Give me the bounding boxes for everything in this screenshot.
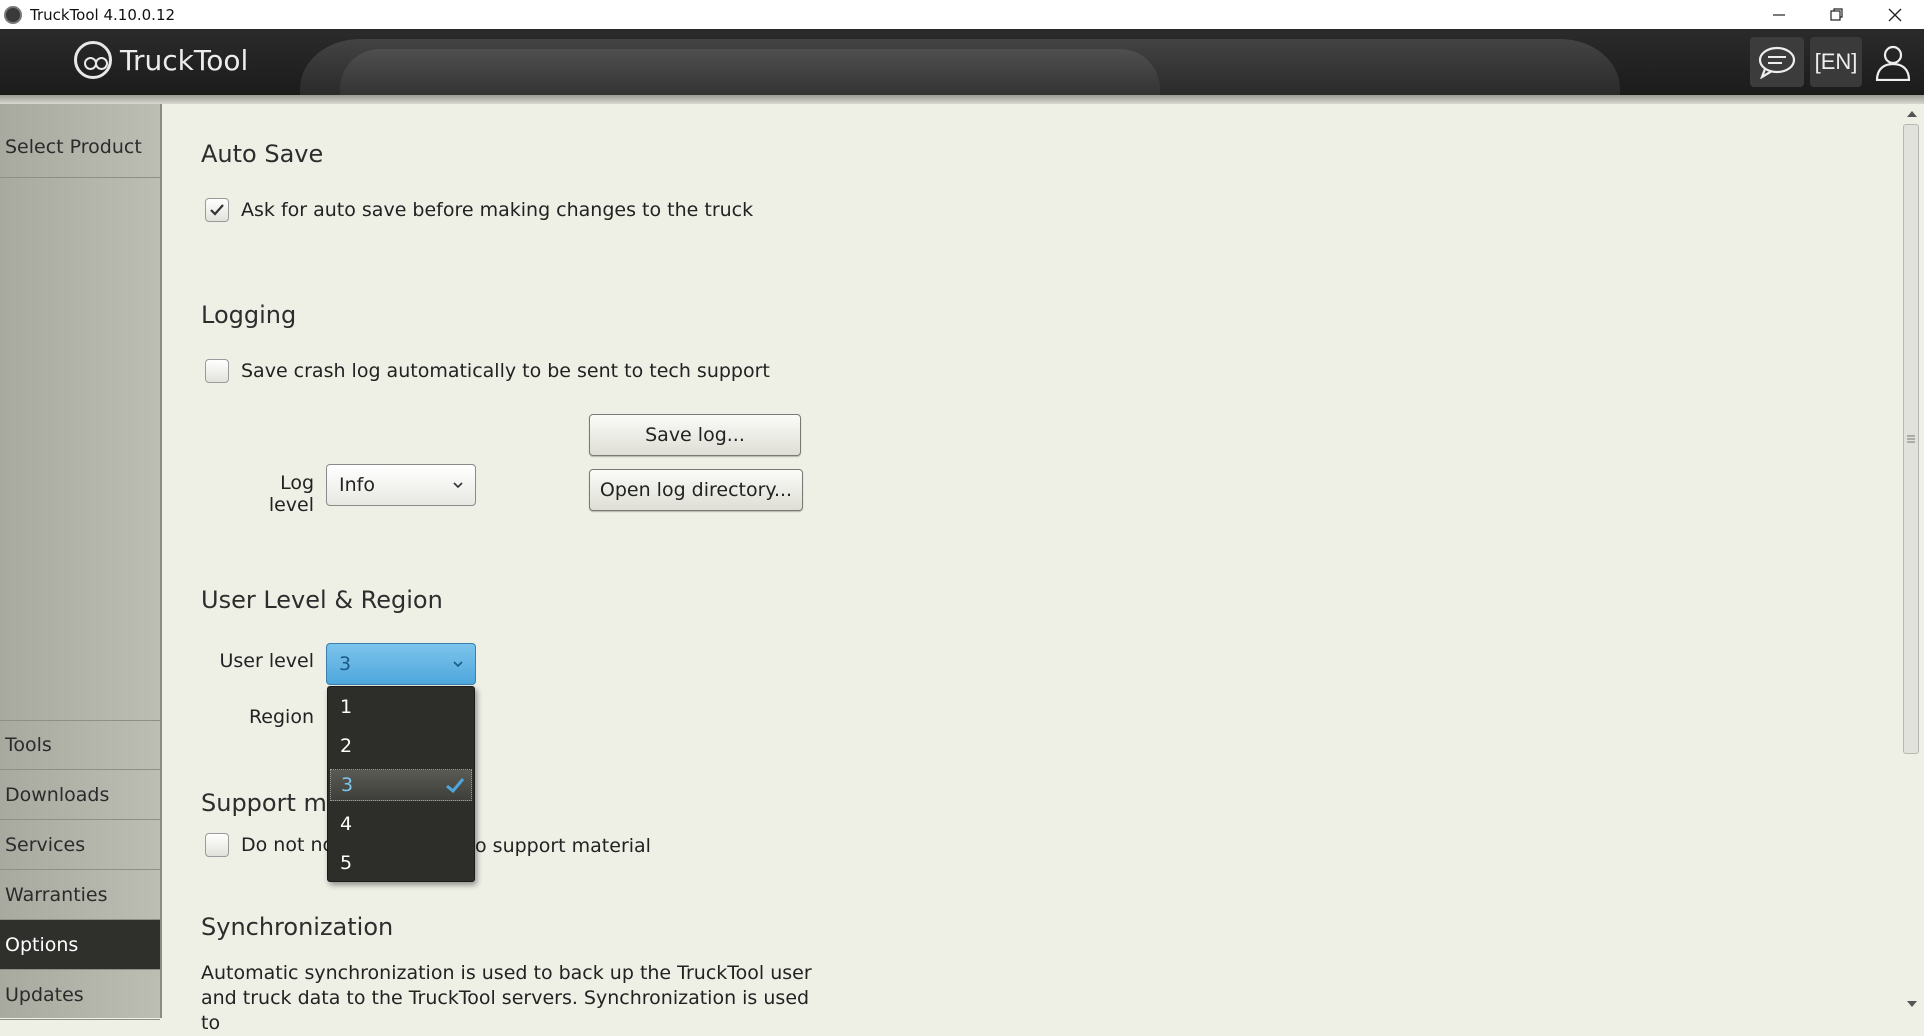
sidebar-item-updates[interactable]: Updates: [0, 970, 160, 1020]
dropdown-option-4[interactable]: 4: [330, 808, 472, 840]
user-level-value: 3: [339, 653, 352, 675]
support-material-label-right: o support material: [475, 835, 651, 857]
auto-save-option[interactable]: Ask for auto save before making changes …: [205, 198, 753, 222]
logo-text: TruckTool: [120, 43, 249, 77]
sidebar-item-downloads[interactable]: Downloads: [0, 770, 160, 820]
auto-save-checkbox[interactable]: [205, 198, 229, 222]
scroll-down-icon: [1907, 1001, 1917, 1007]
sidebar-item-services[interactable]: Services: [0, 820, 160, 870]
user-level-label: User level: [219, 650, 314, 672]
app-logo: TruckTool: [74, 41, 248, 79]
chevron-down-icon: [453, 661, 463, 668]
scroll-up-icon: [1907, 111, 1917, 117]
crash-log-label: Save crash log automatically to be sent …: [241, 360, 770, 382]
scroll-grip-icon: [1907, 435, 1915, 443]
support-material-option[interactable]: Do not no: [205, 833, 334, 857]
section-title-user-level-region: User Level & Region: [201, 586, 443, 614]
sidebar-item-options[interactable]: Options: [0, 920, 160, 970]
dropdown-option-1[interactable]: 1: [330, 691, 472, 723]
chat-icon: [1758, 46, 1796, 79]
user-level-dropdown-list: 1 2 3 4 5: [327, 686, 475, 882]
checkmark-icon: [446, 778, 465, 794]
chat-button[interactable]: [1750, 37, 1804, 87]
dropdown-option-3[interactable]: 3: [330, 769, 472, 801]
support-material-label-left: Do not no: [241, 834, 335, 856]
header-divider: [0, 95, 1924, 104]
restore-icon: [1830, 7, 1843, 21]
crash-log-checkbox[interactable]: [205, 359, 229, 383]
support-material-checkbox[interactable]: [205, 833, 229, 857]
minimize-button[interactable]: [1750, 0, 1808, 29]
section-title-auto-save: Auto Save: [201, 140, 324, 168]
close-icon: [1888, 8, 1902, 21]
user-icon: [1875, 45, 1911, 81]
open-log-directory-button[interactable]: Open log directory...: [589, 469, 803, 511]
dropdown-option-3-label: 3: [341, 774, 354, 796]
synchronization-description: Automatic synchronization is used to bac…: [201, 961, 821, 1036]
language-button[interactable]: [EN]: [1810, 37, 1862, 87]
log-level-select[interactable]: Info: [326, 464, 476, 506]
log-level-value: Info: [339, 474, 375, 496]
app-icon: [4, 5, 22, 24]
window-title: TruckTool 4.10.0.12: [30, 5, 176, 24]
region-label: Region: [248, 706, 314, 728]
section-title-logging: Logging: [201, 301, 297, 329]
trucktool-logo-icon: [74, 41, 112, 79]
minimize-icon: [1773, 13, 1785, 16]
save-log-button[interactable]: Save log...: [589, 414, 801, 456]
sidebar-item-warranties[interactable]: Warranties: [0, 870, 160, 920]
sidebar-item-tools[interactable]: Tools: [0, 720, 160, 770]
checkmark-icon: [210, 204, 224, 216]
user-button[interactable]: [1868, 37, 1918, 87]
sidebar-item-select-product[interactable]: Select Product: [0, 116, 160, 178]
sync-line-2: and truck data to the TruckTool servers.…: [201, 987, 810, 1034]
sync-line-1: Automatic synchronization is used to bac…: [201, 962, 812, 984]
log-level-label: Log level: [268, 472, 314, 516]
auto-save-label: Ask for auto save before making changes …: [241, 199, 754, 221]
header-decoration: [340, 49, 1160, 95]
restore-button[interactable]: [1808, 0, 1866, 29]
sidebar: Select Product Tools Downloads Services …: [0, 104, 162, 1020]
close-button[interactable]: [1866, 0, 1924, 29]
user-level-select[interactable]: 3: [326, 643, 476, 685]
app-header: TruckTool [EN]: [0, 29, 1924, 95]
dropdown-option-2[interactable]: 2: [330, 730, 472, 762]
section-title-synchronization: Synchronization: [201, 913, 394, 941]
crash-log-option[interactable]: Save crash log automatically to be sent …: [205, 359, 770, 383]
window-titlebar: TruckTool 4.10.0.12: [0, 0, 1924, 29]
dropdown-option-5[interactable]: 5: [330, 847, 472, 879]
section-title-support-material: Support ma: [201, 789, 342, 817]
chevron-down-icon: [453, 482, 463, 489]
